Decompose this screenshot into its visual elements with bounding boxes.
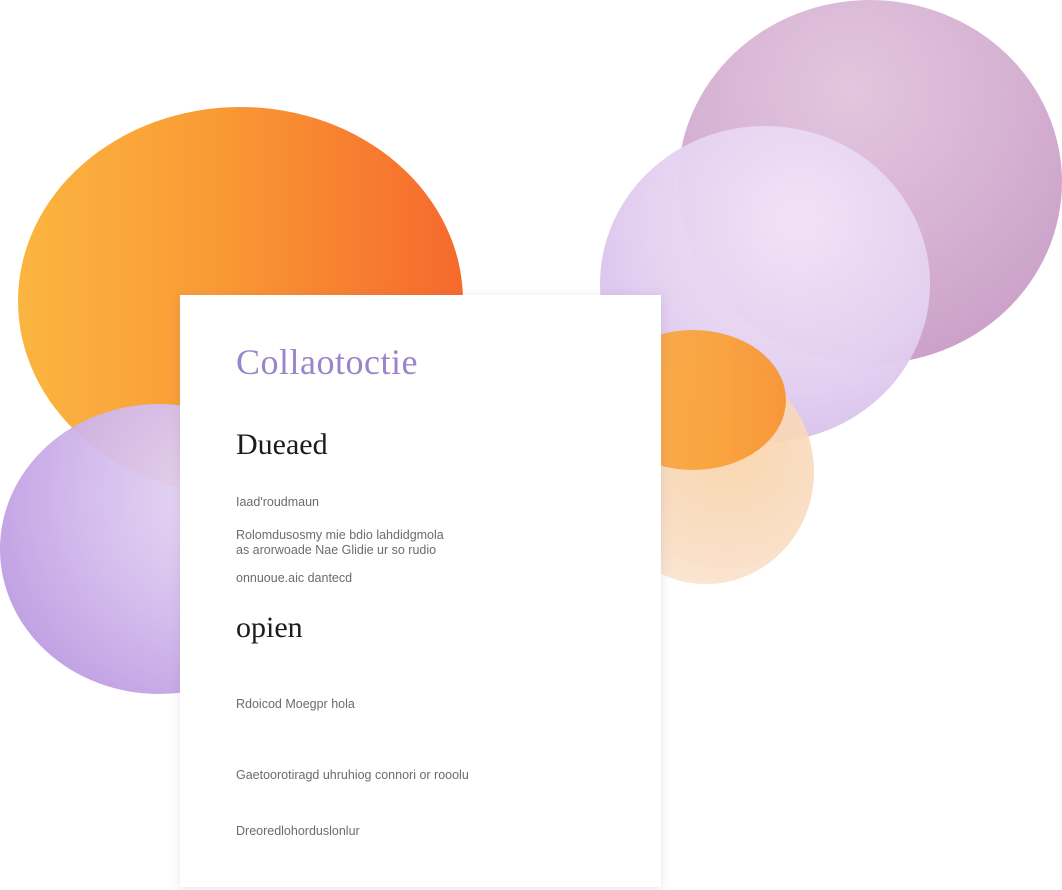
document-card: Collaotoctie Dueaed Iaad'roudmaun Rolomd… [180,295,661,887]
section-heading: Dueaed [236,428,328,461]
meta-text: Iaad'roudmaun [236,495,320,509]
section-heading: opien [236,611,303,644]
paragraph-line: Rolomdusosmy mie bdio lahdidgmola [236,528,444,542]
list-item: Rdoicod Moegpr hola [236,697,355,711]
list-item: Gaetoorotiragd uhruhiog connori or roool… [236,768,469,782]
paragraph-line: onnuoue.aic dantecd [236,571,353,585]
document-title: Collaotoctie [236,342,418,382]
paragraph-line: as arorwoade Nae Glidie ur so rudio [236,543,437,557]
list-item: Dreoredlohorduslonlur [236,824,360,838]
